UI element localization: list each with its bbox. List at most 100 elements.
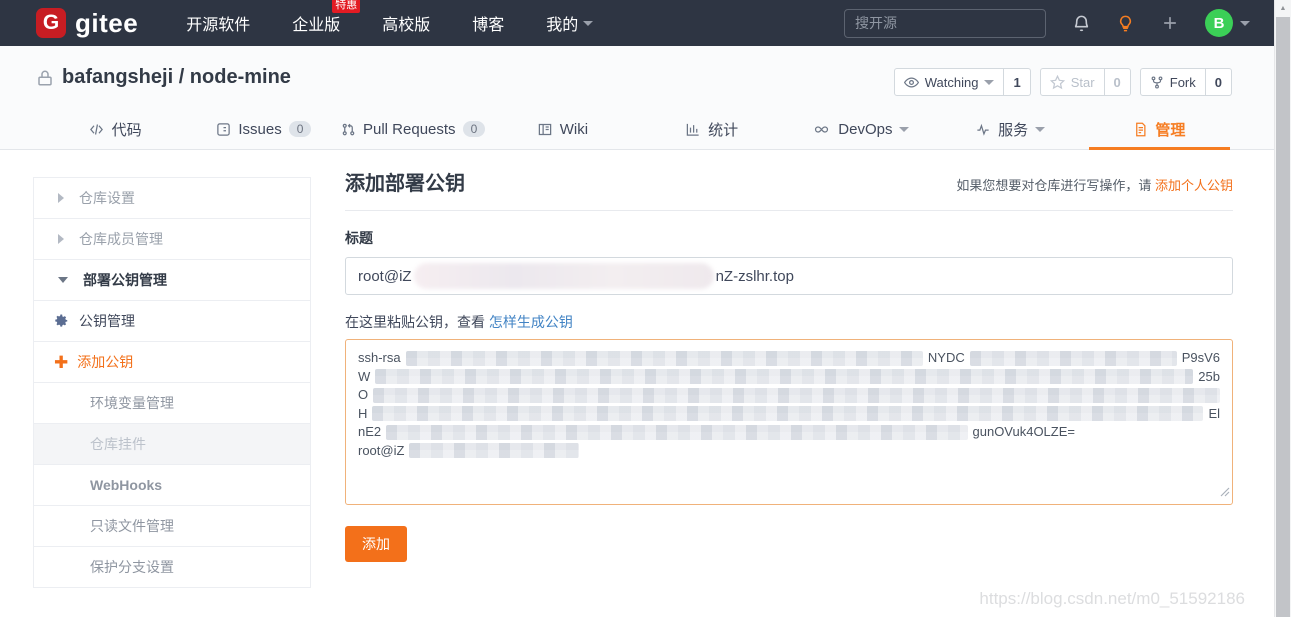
censored-mosaic (386, 424, 968, 440)
title-value-suffix: nZ-zslhr.top (715, 267, 794, 285)
scrollbar-thumb[interactable] (1276, 17, 1290, 617)
bell-icon[interactable] (1072, 14, 1091, 33)
fork-icon (1150, 75, 1164, 90)
add-personal-key-link[interactable]: 添加个人公钥 (1155, 178, 1233, 193)
gear-icon (54, 313, 70, 329)
sidebar-item-add-key[interactable]: ✚ 添加公钥 (34, 342, 310, 383)
nav-item-education[interactable]: 高校版 (382, 11, 430, 35)
star-count[interactable]: 0 (1104, 68, 1131, 96)
scrollbar-up-arrow-icon[interactable]: ▲ (1275, 0, 1291, 17)
star-button[interactable]: Star (1039, 68, 1105, 96)
sidebar-item-key-management[interactable]: 公钥管理 (34, 301, 310, 342)
tab-pull-requests[interactable]: Pull Requests 0 (339, 108, 488, 150)
censored-mosaic (409, 443, 580, 459)
chevron-down-icon (58, 277, 68, 283)
csdn-watermark: https://blog.csdn.net/m0_51592186 (979, 589, 1245, 608)
nav-item-mine[interactable]: 我的 (546, 11, 594, 35)
issues-count-badge: 0 (288, 121, 312, 137)
avatar: B (1205, 9, 1233, 37)
gitee-logo[interactable]: G gitee (36, 8, 138, 39)
top-navbar: G gitee 开源软件 企业版 特惠 高校版 博客 我的 搜开源 B (0, 0, 1274, 46)
eye-icon (903, 75, 919, 90)
user-menu[interactable]: B (1205, 9, 1250, 37)
pr-count-badge: 0 (462, 121, 486, 137)
title-value-prefix: root@iZ (358, 267, 412, 285)
title-field-label: 标题 (345, 230, 373, 246)
chevron-down-icon (583, 20, 594, 26)
chart-icon (685, 122, 701, 137)
censored-mosaic (373, 387, 1220, 403)
censored-blur-region (413, 263, 714, 289)
tab-devops[interactable]: DevOps (786, 108, 935, 150)
resize-handle[interactable] (1220, 484, 1230, 503)
nav-item-blog[interactable]: 博客 (472, 11, 504, 35)
censored-mosaic (969, 350, 1177, 366)
page-scrollbar[interactable]: ▲ (1274, 0, 1291, 617)
write-access-hint: 如果您想要对仓库进行写操作，请 添加个人公钥 (956, 178, 1233, 193)
star-icon (1049, 74, 1065, 90)
sidebar-item-members[interactable]: 仓库成员管理 (34, 219, 310, 260)
tab-wiki[interactable]: Wiki (488, 108, 637, 150)
tab-issues[interactable]: Issues 0 (189, 108, 338, 150)
tab-manage[interactable]: 管理 (1085, 108, 1234, 150)
gitee-logo-text: gitee (75, 7, 139, 38)
manage-icon (1133, 122, 1148, 137)
chevron-down-icon (1240, 20, 1250, 26)
censored-mosaic (375, 369, 1194, 385)
sidebar-item-protected-branches[interactable]: 保护分支设置 (34, 547, 310, 588)
pulse-icon (975, 122, 991, 137)
repo-actions: Watching 1 Star 0 Fork 0 (893, 68, 1232, 96)
wiki-icon (537, 122, 553, 137)
fork-button[interactable]: Fork (1139, 68, 1206, 96)
key-title-input[interactable]: root@iZ nZ-zslhr.top (345, 257, 1233, 295)
sidebar-item-readonly-files[interactable]: 只读文件管理 (34, 506, 310, 547)
navbar-menu: 开源软件 企业版 特惠 高校版 博客 我的 (186, 0, 594, 35)
fork-count[interactable]: 0 (1205, 68, 1232, 96)
gitee-logo-icon: G (36, 8, 66, 38)
chevron-right-icon (58, 193, 64, 203)
pull-request-icon (341, 122, 356, 137)
chevron-down-icon (1035, 126, 1046, 132)
watching-button-group: Watching 1 (893, 68, 1031, 96)
chevron-down-icon (984, 79, 995, 85)
sidebar-item-repo-settings[interactable]: 仓库设置 (34, 178, 310, 219)
fork-button-group: Fork 0 (1139, 68, 1232, 96)
repo-title: bafangsheji / node-mine (36, 66, 291, 89)
infinity-icon (812, 122, 831, 137)
add-key-button[interactable]: 添加 (345, 526, 407, 562)
navbar-icons: B (1072, 9, 1250, 37)
add-deploy-key-panel: 添加部署公钥 如果您想要对仓库进行写操作，请 添加个人公钥 标题 root@iZ… (345, 167, 1233, 562)
issues-icon (216, 122, 231, 137)
search-input[interactable] (844, 8, 1046, 38)
nav-item-enterprise[interactable]: 企业版 特惠 (292, 0, 361, 35)
chevron-right-icon (58, 234, 64, 244)
tab-services[interactable]: 服务 (936, 108, 1085, 150)
repo-full-name[interactable]: bafangsheji / node-mine (62, 66, 291, 89)
sidebar-item-webhooks[interactable]: WebHooks (34, 465, 310, 506)
lock-icon (36, 69, 54, 87)
censored-mosaic (405, 350, 923, 366)
tab-code[interactable]: 代码 (40, 108, 189, 150)
nav-item-opensource[interactable]: 开源软件 (186, 11, 250, 35)
censored-mosaic (372, 406, 1204, 422)
plus-icon[interactable] (1160, 13, 1180, 33)
watching-button[interactable]: Watching (893, 68, 1005, 96)
settings-sidebar: 仓库设置 仓库成员管理 部署公钥管理 公钥管理 ✚ 添加公钥 环境变量管理 仓库… (33, 177, 311, 588)
star-button-group: Star 0 (1039, 68, 1131, 96)
watching-count[interactable]: 1 (1004, 68, 1031, 96)
chevron-down-icon (899, 126, 910, 132)
page-title: 添加部署公钥 (345, 173, 465, 195)
repo-tabbar: 代码 Issues 0 Pull Requests 0 Wiki 统计 DevO… (0, 108, 1274, 150)
sidebar-item-widgets[interactable]: 仓库挂件 (34, 424, 310, 465)
paste-key-hint: 在这里粘贴公钥，查看 怎样生成公钥 (345, 314, 573, 330)
sidebar-item-deploy-keys[interactable]: 部署公钥管理 (34, 260, 310, 301)
code-icon (88, 122, 105, 137)
public-key-textarea[interactable]: ssh-rsa NYDC P9sV6 W 25b O H El nE2 gunO… (345, 339, 1233, 505)
promo-badge: 特惠 (332, 0, 361, 13)
lightbulb-icon[interactable] (1116, 14, 1135, 33)
gitee-repo-settings-page: G gitee 开源软件 企业版 特惠 高校版 博客 我的 搜开源 B bafa… (0, 0, 1291, 617)
how-to-generate-key-link[interactable]: 怎样生成公钥 (489, 314, 573, 330)
sidebar-item-env-vars[interactable]: 环境变量管理 (34, 383, 310, 424)
plus-icon: ✚ (54, 352, 69, 372)
tab-statistics[interactable]: 统计 (637, 108, 786, 150)
